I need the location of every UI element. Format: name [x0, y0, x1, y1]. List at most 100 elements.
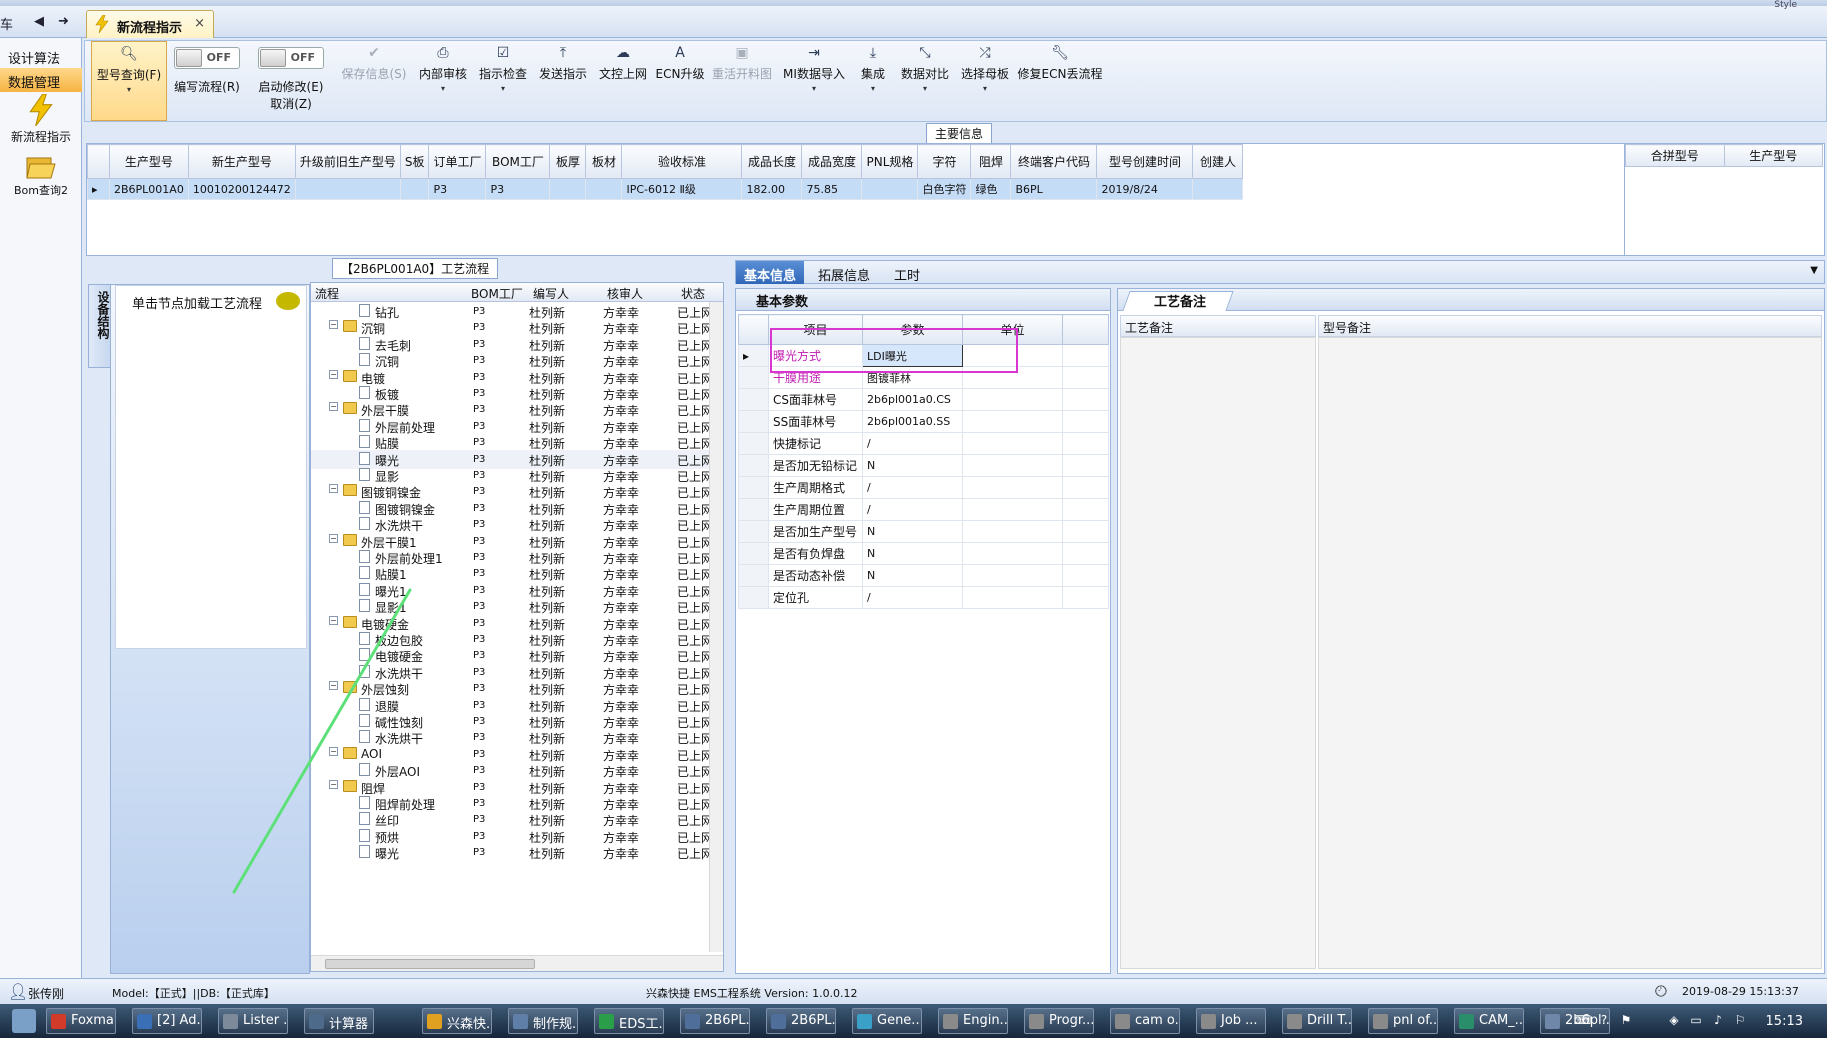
integrate-button[interactable]: ⤓ 集成 ▾: [853, 41, 893, 121]
main-col-header[interactable]: 字符: [917, 144, 972, 179]
tab-equipment-structure[interactable]: 设备结构: [88, 284, 112, 368]
param-unit[interactable]: [962, 564, 1063, 587]
taskbar-item[interactable]: cam o...: [1110, 1008, 1180, 1034]
tab-new-process[interactable]: 新流程指示 ×: [86, 10, 214, 38]
param-row[interactable]: 是否有负焊盘 N: [738, 542, 1109, 565]
fix-ecn-lost-process-button[interactable]: 🔧︎ 修复ECN丢流程: [1017, 41, 1103, 121]
main-col-header[interactable]: PNL规格: [861, 144, 919, 179]
main-col-header[interactable]: 成品宽度: [801, 144, 863, 179]
taskbar-item[interactable]: EDS工...: [594, 1008, 664, 1034]
taskbar-item[interactable]: CAM_...: [1454, 1008, 1524, 1034]
table-cell[interactable]: 10010200124472: [187, 178, 296, 200]
taskbar-item[interactable]: Foxmail: [46, 1008, 116, 1034]
table-cell[interactable]: [861, 178, 919, 200]
param-row[interactable]: 快捷标记 /: [738, 432, 1109, 455]
col-process-remark[interactable]: 工艺备注: [1120, 315, 1316, 337]
taskbar-item[interactable]: 计算器: [304, 1008, 374, 1034]
param-value[interactable]: N: [862, 454, 963, 477]
collapse-icon[interactable]: −: [329, 779, 338, 789]
edit-process-toggle[interactable]: OFF 编写流程(R): [169, 41, 245, 121]
style-menu[interactable]: Style: [1774, 0, 1797, 10]
table-cell[interactable]: 白色字符: [917, 178, 972, 200]
data-compare-button[interactable]: ⤡ 数据对比 ▾: [897, 41, 953, 121]
main-col-header[interactable]: 板厚: [549, 144, 587, 179]
mi-data-import-button[interactable]: ⇥ MI数据导入 ▾: [781, 41, 847, 121]
launcher-new-process[interactable]: 新流程指示: [0, 94, 82, 145]
taskbar-item[interactable]: Lister ...: [218, 1008, 288, 1034]
monitor-icon[interactable]: ▭: [1688, 1013, 1704, 1029]
row-indicator[interactable]: ▸: [87, 178, 110, 200]
col-status[interactable]: 状态: [681, 285, 705, 302]
close-icon[interactable]: ×: [194, 16, 205, 31]
launcher-bom-query[interactable]: Bom查询2: [0, 154, 82, 198]
param-unit[interactable]: [962, 498, 1063, 521]
chevron-down-icon[interactable]: ▼: [1810, 265, 1818, 276]
row-indicator[interactable]: [738, 476, 769, 499]
sidebar-item-design-algorithm[interactable]: 设计算法: [0, 44, 82, 68]
scroll-thumb[interactable]: [325, 959, 535, 969]
param-unit[interactable]: [962, 410, 1063, 433]
taskbar-item[interactable]: pnl of...: [1368, 1008, 1438, 1034]
help-icon[interactable]: ?: [1596, 1013, 1612, 1029]
main-col-header[interactable]: 订单工厂: [428, 144, 487, 179]
tab-extended-info[interactable]: 拓展信息: [810, 261, 878, 284]
load-hint-box[interactable]: 单击节点加载工艺流程: [115, 285, 307, 649]
main-col-header[interactable]: S板: [399, 144, 430, 179]
col-model-remark[interactable]: 型号备注: [1318, 315, 1822, 337]
collapse-icon[interactable]: −: [329, 615, 338, 625]
col-bom-factory[interactable]: BOM工厂: [471, 285, 523, 302]
row-indicator[interactable]: [738, 432, 769, 455]
main-col-header[interactable]: BOM工厂: [485, 144, 551, 179]
param-unit[interactable]: [962, 432, 1063, 455]
save-info-button[interactable]: ✔ 保存信息(S): [337, 41, 411, 121]
main-col-header[interactable]: 生产型号: [109, 144, 189, 179]
collapse-icon[interactable]: −: [329, 484, 338, 494]
param-unit[interactable]: [962, 476, 1063, 499]
param-value[interactable]: /: [862, 476, 963, 499]
main-col-header[interactable]: 新生产型号: [187, 144, 296, 179]
merge-col-header[interactable]: 生产型号: [1723, 144, 1823, 167]
table-cell[interactable]: [585, 178, 623, 200]
table-cell[interactable]: 182.00: [741, 178, 803, 200]
rework-cut-chart-button[interactable]: ▣ 重活开料图: [709, 41, 775, 121]
ecn-upgrade-button[interactable]: A ECN升级: [655, 41, 705, 121]
horizontal-scrollbar[interactable]: [311, 955, 723, 971]
param-row[interactable]: SS面菲林号 2b6pl001a0.SS: [738, 410, 1109, 433]
param-value[interactable]: N: [862, 520, 963, 543]
row-indicator[interactable]: [738, 366, 769, 389]
table-cell[interactable]: 75.85: [801, 178, 863, 200]
table-cell[interactable]: [1192, 178, 1244, 200]
param-value[interactable]: 2b6pl001a0.SS: [862, 410, 963, 433]
col-process[interactable]: 流程: [315, 285, 339, 302]
tab-basic-info[interactable]: 基本信息: [736, 261, 805, 284]
main-col-header[interactable]: 验收标准: [621, 144, 743, 179]
table-cell[interactable]: P3: [485, 178, 551, 200]
row-indicator[interactable]: [738, 542, 769, 565]
toggle-switch[interactable]: OFF: [258, 47, 324, 69]
process-remark-area[interactable]: [1120, 337, 1316, 969]
triangle-left-icon[interactable]: ◀: [34, 14, 44, 29]
row-indicator[interactable]: [738, 498, 769, 521]
row-indicator[interactable]: ▸: [738, 344, 769, 367]
param-unit[interactable]: [962, 388, 1063, 411]
param-value[interactable]: N: [862, 542, 963, 565]
row-indicator[interactable]: [738, 454, 769, 477]
doc-control-online-button[interactable]: ☁ 文控上网: [595, 41, 651, 121]
param-row[interactable]: 是否加无铅标记 N: [738, 454, 1109, 477]
collapse-icon[interactable]: −: [329, 402, 338, 412]
internal-review-button[interactable]: ⎙ 内部审核 ▾: [415, 41, 471, 121]
main-col-header[interactable]: 阻焊: [970, 144, 1012, 179]
table-cell[interactable]: 2019/8/24: [1096, 178, 1194, 200]
taskbar-item[interactable]: 制作规...: [508, 1008, 578, 1034]
table-cell[interactable]: IPC-6012 Ⅱ级: [621, 178, 743, 200]
volume-icon[interactable]: ♪: [1710, 1013, 1726, 1029]
select-master-board-button[interactable]: ⤮ 选择母板 ▾: [957, 41, 1013, 121]
main-col-header[interactable]: 型号创建时间: [1096, 144, 1194, 179]
merge-col-header[interactable]: 合拼型号: [1625, 144, 1725, 167]
taskbar-item[interactable]: Drill T...: [1282, 1008, 1352, 1034]
param-row[interactable]: 生产周期位置 /: [738, 498, 1109, 521]
main-col-header[interactable]: 终端客户代码: [1010, 144, 1098, 179]
taskbar-clock[interactable]: 15:13: [1766, 1014, 1803, 1029]
row-indicator[interactable]: [738, 586, 769, 609]
param-unit[interactable]: [962, 542, 1063, 565]
